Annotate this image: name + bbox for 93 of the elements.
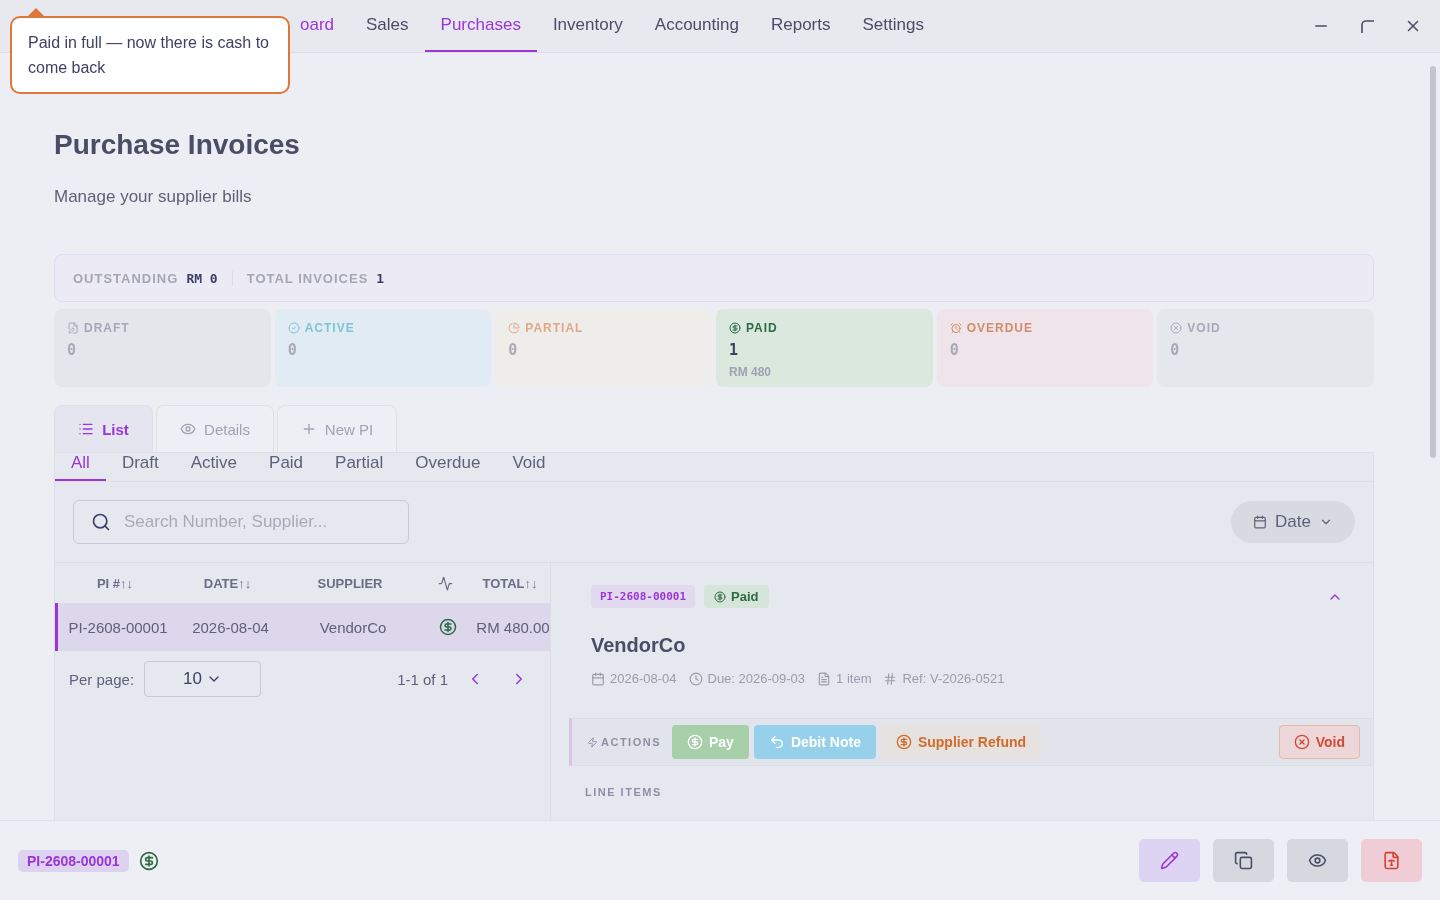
- section-label: LINE ITEMS: [585, 786, 663, 798]
- filter-tab[interactable]: Partial: [319, 453, 400, 481]
- nav-tab[interactable]: oard: [300, 0, 351, 52]
- pencil-icon: [1160, 851, 1179, 870]
- column-header[interactable]: DATE↑↓: [175, 575, 280, 591]
- status-label: ACTIVE: [304, 321, 355, 335]
- filter-tab[interactable]: Void: [496, 453, 562, 481]
- eye-icon: [180, 421, 197, 437]
- status-tag: Paid: [704, 585, 769, 608]
- tour-tooltip: Paid in full — now there is cash to come back: [10, 16, 290, 94]
- dollar-coin-icon: [714, 590, 727, 603]
- dollar-coin-icon: [729, 322, 741, 334]
- table-cell-text: PI-2608-00001: [67, 618, 169, 636]
- summary-value: RM 0: [186, 270, 218, 286]
- invoice-number-tag: PI-2608-00001: [591, 585, 696, 608]
- dollar-coin-icon: [687, 734, 703, 750]
- document-pen-icon: [67, 322, 79, 334]
- column-header[interactable]: PI #↑↓: [55, 575, 175, 591]
- meta-text: 2026-08-04: [610, 671, 677, 686]
- column-header[interactable]: TOTAL↑↓: [470, 575, 550, 591]
- calendar-icon: [591, 671, 605, 686]
- status-label: PAID: [746, 321, 778, 335]
- check-circle-icon: [287, 322, 300, 334]
- status-count: 0: [67, 341, 78, 359]
- status-label: DRAFT: [84, 321, 130, 335]
- invoice-number-tag: PI-2608-00001: [18, 849, 129, 872]
- nav-tab[interactable]: Inventory: [536, 0, 639, 52]
- search-field[interactable]: Search Number, Supplier...: [73, 500, 409, 544]
- status-amount: RM 480: [729, 365, 773, 379]
- actions-label: ACTIONS: [601, 736, 661, 748]
- meta-text: Ref: V-2026-0521: [902, 671, 1005, 686]
- supplier-name: VendorCo: [591, 634, 687, 657]
- column-header[interactable]: SUPPLIER: [280, 575, 420, 591]
- search-icon: [91, 512, 111, 532]
- pulse-icon: [437, 575, 453, 591]
- eye-icon: [1308, 851, 1327, 870]
- table-row[interactable]: PI-2608-00001 2026-08-04 VendorCo RM 480.00: [55, 603, 550, 651]
- status-count: 0: [287, 341, 298, 359]
- table-cell-text: VendorCo: [318, 618, 388, 636]
- alarm-clock-icon: [949, 322, 962, 334]
- x-circle-icon: [1293, 734, 1310, 750]
- nav-tab[interactable]: Accounting: [638, 0, 755, 52]
- hash-icon: [883, 671, 898, 686]
- document-icon: [1382, 851, 1401, 870]
- filter-tab[interactable]: Paid: [253, 453, 320, 481]
- copy-icon: [1234, 851, 1253, 870]
- per-page-select[interactable]: 10: [144, 661, 262, 697]
- nav-tab[interactable]: Settings: [846, 0, 940, 52]
- filter-tab[interactable]: Overdue: [399, 453, 497, 481]
- status-count: 0: [508, 341, 519, 359]
- page-title: Purchase Invoices: [54, 129, 301, 161]
- status-label: OVERDUE: [966, 321, 1033, 335]
- duplicate-button[interactable]: [1213, 839, 1274, 882]
- nav-tab[interactable]: Reports: [754, 0, 847, 52]
- summary-label: TOTAL INVOICES: [246, 270, 369, 286]
- summary-label: OUTSTANDING: [73, 270, 179, 286]
- meta-text: Due: 2026-09-03: [707, 671, 806, 686]
- page-subtitle: Manage your supplier bills: [54, 187, 253, 207]
- status-card[interactable]: PAID 1 RM 480: [716, 309, 933, 387]
- scrollbar-thumb[interactable]: [1430, 66, 1436, 458]
- status-count: 0: [949, 341, 960, 359]
- pdf-button[interactable]: [1361, 839, 1422, 882]
- page-range: 1-1 of 1: [397, 670, 448, 688]
- void-button[interactable]: Void: [1278, 725, 1360, 759]
- per-page-label: Per page:: [69, 670, 135, 688]
- refund-button[interactable]: Supplier Refund: [880, 725, 1042, 759]
- lightning-icon: [587, 736, 598, 748]
- nav-tab[interactable]: Sales: [350, 0, 425, 52]
- list-icon: [78, 421, 95, 437]
- dollar-coin-icon: [895, 734, 912, 750]
- status-count: 1: [729, 341, 740, 359]
- view-tab[interactable]: List: [54, 405, 153, 452]
- pie-chart-icon: [508, 322, 521, 334]
- status-label: VOID: [1187, 321, 1221, 335]
- restore-icon[interactable]: [1360, 19, 1374, 33]
- table-cell-text: 2026-08-04: [191, 618, 270, 636]
- edit-button[interactable]: [1139, 839, 1200, 882]
- table-cell-text: RM 480.00: [475, 618, 551, 636]
- x-circle-icon: [1170, 322, 1183, 334]
- clock-icon: [688, 671, 703, 686]
- meta-text: 1 item: [836, 671, 872, 686]
- nav-tab[interactable]: Purchases: [424, 0, 537, 52]
- date-filter-button[interactable]: Date: [1231, 501, 1355, 543]
- filter-tab[interactable]: All: [55, 453, 106, 481]
- status-count: 0: [1170, 341, 1181, 359]
- document-icon: [817, 671, 832, 686]
- preview-button[interactable]: [1287, 839, 1348, 882]
- undo-arrow-icon: [768, 734, 785, 750]
- filter-tab[interactable]: Active: [174, 453, 254, 481]
- status-label: PARTIAL: [525, 321, 584, 335]
- calendar-icon: [1253, 515, 1268, 529]
- filter-tab[interactable]: Draft: [105, 453, 175, 481]
- summary-value: 1: [376, 270, 385, 286]
